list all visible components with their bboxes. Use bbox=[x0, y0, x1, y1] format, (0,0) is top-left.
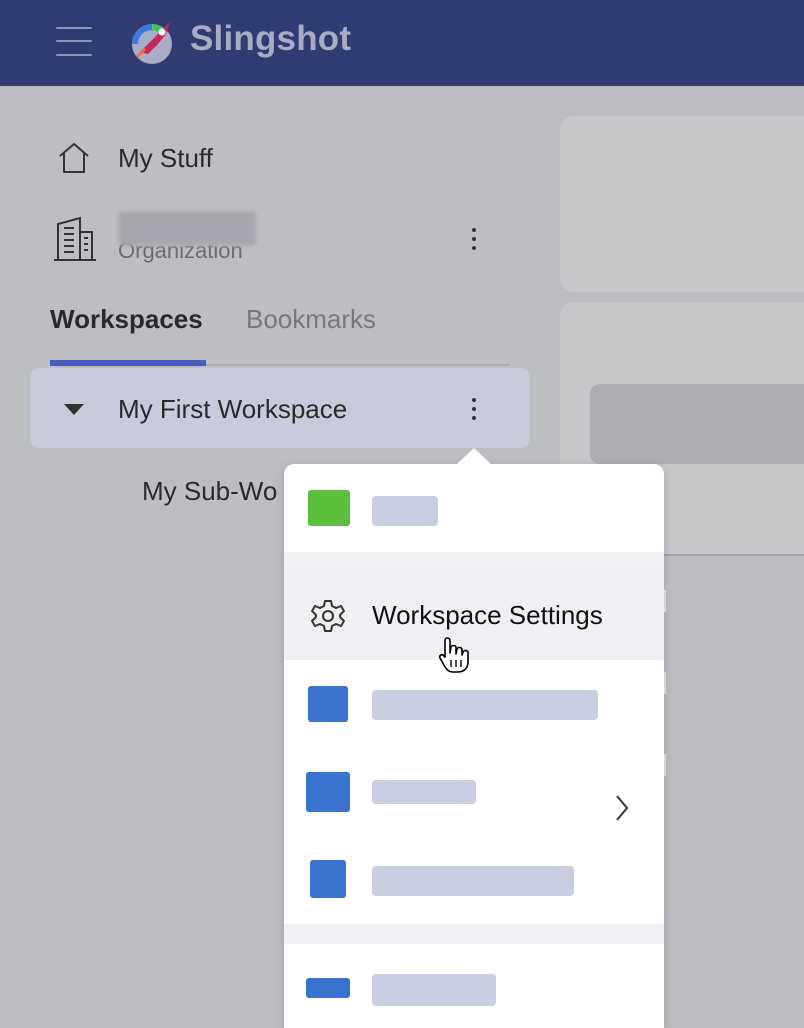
hand-cursor-icon bbox=[438, 637, 469, 673]
menu-pointer bbox=[456, 448, 492, 465]
hamburger-icon[interactable] bbox=[56, 26, 92, 56]
square-icon bbox=[306, 772, 350, 812]
home-icon bbox=[59, 143, 89, 173]
workspace-label: My First Workspace bbox=[118, 394, 348, 424]
square-icon bbox=[310, 860, 346, 898]
sidebar-tabs: Workspaces Bookmarks bbox=[50, 304, 510, 366]
content-card bbox=[560, 116, 804, 292]
menu-item[interactable] bbox=[284, 944, 664, 1028]
workspace-more-icon[interactable] bbox=[464, 394, 484, 424]
label-placeholder bbox=[372, 974, 496, 1006]
organization-name-blurred bbox=[118, 212, 256, 246]
top-bar: Slingshot bbox=[0, 0, 804, 86]
menu-item[interactable] bbox=[284, 836, 664, 924]
organization-item[interactable]: Organization bbox=[52, 210, 492, 270]
menu-separator bbox=[284, 552, 664, 572]
menu-separator bbox=[284, 924, 664, 944]
square-icon bbox=[306, 978, 350, 998]
menu-item[interactable] bbox=[284, 464, 664, 552]
sub-workspace-item[interactable]: My Sub-Wo bbox=[142, 476, 277, 507]
tab-workspaces[interactable]: Workspaces bbox=[50, 304, 203, 335]
label-placeholder bbox=[372, 496, 438, 526]
my-stuff-label: My Stuff bbox=[118, 142, 213, 173]
label-placeholder bbox=[372, 866, 574, 896]
workspace-item[interactable]: My First Workspace bbox=[30, 368, 530, 448]
app-name: Slingshot bbox=[190, 19, 352, 58]
label-placeholder bbox=[372, 780, 476, 804]
slingshot-logo bbox=[132, 22, 172, 64]
menu-item-with-submenu[interactable] bbox=[284, 746, 664, 836]
menu-item[interactable] bbox=[284, 660, 664, 746]
label-placeholder bbox=[372, 690, 598, 720]
workspace-context-menu: Workspace Settings bbox=[284, 448, 664, 1028]
workspace-settings-item[interactable]: Workspace Settings bbox=[284, 572, 664, 660]
content-placeholder-bar bbox=[590, 384, 804, 464]
organization-more-icon[interactable] bbox=[464, 224, 484, 254]
caret-down-icon[interactable] bbox=[64, 404, 84, 415]
chevron-right-icon bbox=[616, 795, 629, 821]
tab-bookmarks[interactable]: Bookmarks bbox=[246, 304, 376, 335]
active-tab-indicator bbox=[50, 360, 206, 366]
gear-icon bbox=[311, 600, 345, 632]
workspace-settings-label: Workspace Settings bbox=[372, 600, 603, 630]
square-icon bbox=[308, 686, 348, 722]
building-icon bbox=[54, 216, 96, 261]
my-stuff-link[interactable]: My Stuff bbox=[56, 138, 213, 178]
square-icon bbox=[308, 490, 350, 526]
